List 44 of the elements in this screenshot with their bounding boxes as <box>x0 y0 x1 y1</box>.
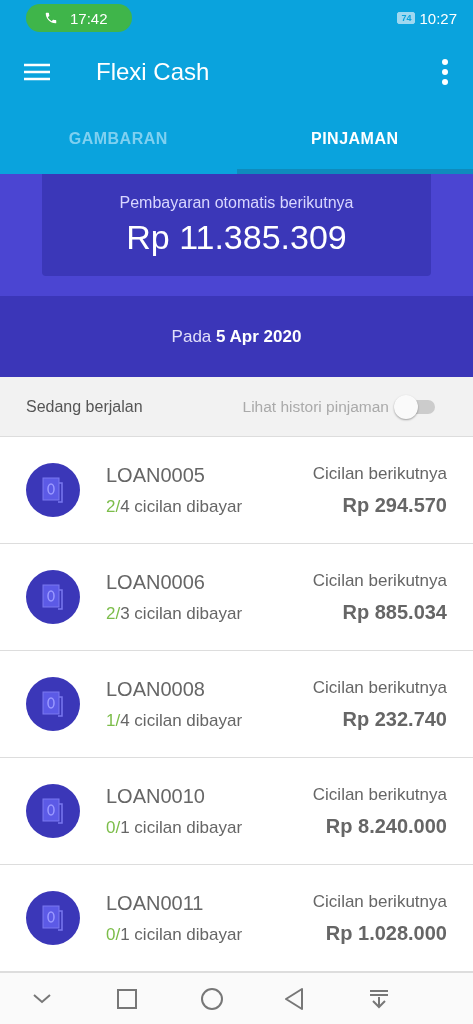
back-icon[interactable] <box>285 987 303 1010</box>
toggle-label: Lihat histori pinjaman <box>242 397 389 416</box>
next-installment-label: Cicilan berikutnya <box>312 677 447 698</box>
toggle-thumb[interactable] <box>394 394 418 419</box>
home-icon[interactable] <box>201 987 223 1010</box>
installment-amount: Rp 232.740 <box>342 707 447 731</box>
document-icon <box>26 891 80 945</box>
paid-count: 0/ <box>106 817 121 838</box>
app-title: Flexi Cash <box>96 58 211 86</box>
clock: 10:27 <box>419 9 457 27</box>
call-time: 17:42 <box>70 9 108 27</box>
history-toggle[interactable] <box>393 393 435 420</box>
loan-id: LOAN0005 <box>106 463 206 487</box>
document-icon <box>26 677 80 731</box>
menu-icon[interactable] <box>24 63 50 81</box>
paid-count: 2/ <box>106 603 121 624</box>
battery-level: 74 <box>397 12 416 24</box>
loan-id: LOAN0011 <box>106 891 205 915</box>
installment-amount: Rp 294.570 <box>342 493 447 517</box>
payment-caption: Pembayaran otomatis berikutnya <box>119 193 354 212</box>
notification-pull-icon[interactable] <box>369 988 389 1009</box>
payment-amount: Rp 11.385.309 <box>126 217 347 257</box>
paid-count: 1/ <box>106 710 121 731</box>
installment-amount: Rp 1.028.000 <box>325 921 447 945</box>
paid-count: 0/ <box>106 924 121 945</box>
filter-label: Sedang berjalan <box>26 397 143 416</box>
loan-id: LOAN0008 <box>106 677 206 701</box>
next-installment-label: Cicilan berikutnya <box>312 463 447 484</box>
installment-amount: Rp 885.034 <box>342 600 447 624</box>
document-icon <box>26 570 80 624</box>
document-icon <box>26 784 80 838</box>
next-installment-label: Cicilan berikutnya <box>312 891 447 912</box>
loan-id: LOAN0010 <box>106 784 206 808</box>
phone-icon <box>44 11 58 25</box>
chevron-down-icon[interactable] <box>33 993 51 1004</box>
next-installment-label: Cicilan berikutnya <box>312 784 447 805</box>
document-icon <box>26 463 80 517</box>
paid-count: 2/ <box>106 496 121 517</box>
payment-date: Pada 5 Apr 2020 <box>171 326 302 347</box>
more-options-icon[interactable] <box>441 59 449 85</box>
recents-icon[interactable] <box>117 988 137 1009</box>
installment-amount: Rp 8.240.000 <box>325 814 447 838</box>
next-installment-label: Cicilan berikutnya <box>312 570 447 591</box>
loan-id: LOAN0006 <box>106 570 206 594</box>
